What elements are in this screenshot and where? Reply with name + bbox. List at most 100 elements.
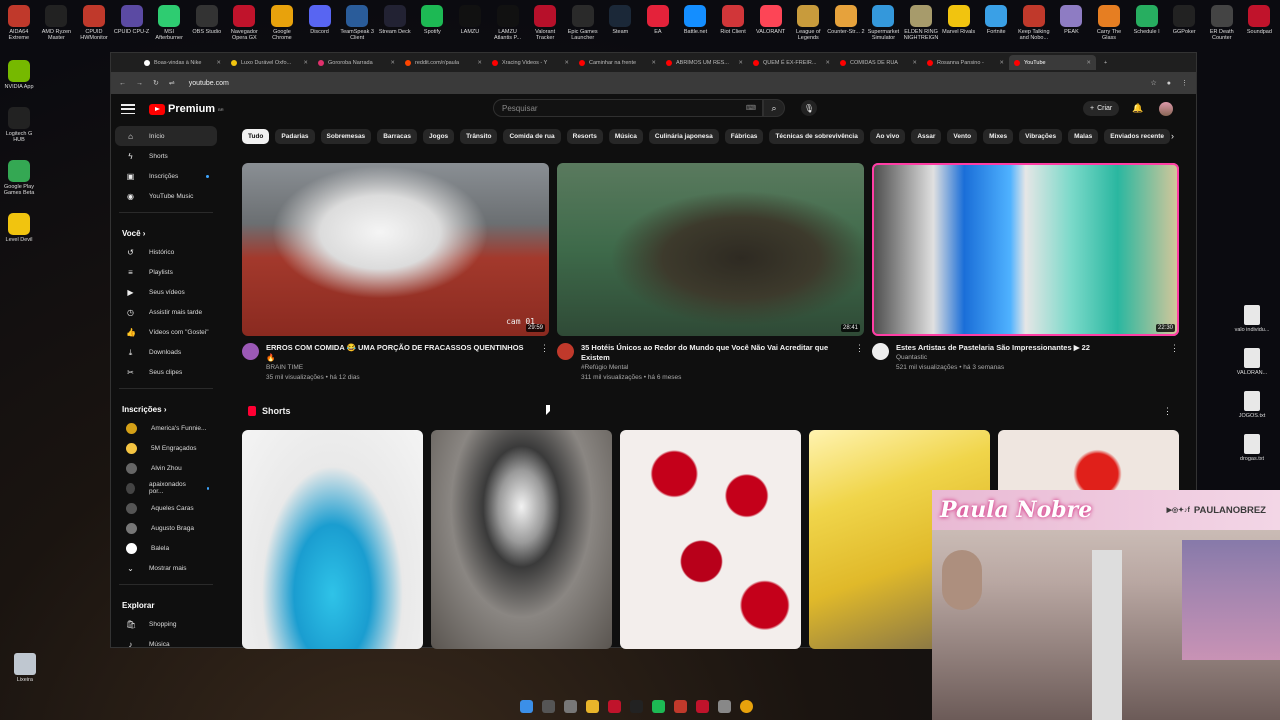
- browser-tab[interactable]: Gororoba Narrada ✕: [313, 55, 400, 70]
- sidebar-item[interactable]: Balela: [115, 538, 217, 558]
- filter-chip[interactable]: Vibrações: [1019, 129, 1063, 144]
- account-avatar[interactable]: [1159, 102, 1173, 116]
- sidebar-item[interactable]: 🛍 Shopping: [115, 614, 217, 634]
- sidebar-section-header[interactable]: Inscrições ›: [111, 395, 221, 418]
- filter-chip[interactable]: Técnicas de sobrevivência: [769, 129, 864, 144]
- sidebar-item[interactable]: ⌂ Início: [115, 126, 217, 146]
- close-icon[interactable]: ✕: [477, 60, 482, 66]
- video-title[interactable]: ERROS COM COMIDA 😂 UMA PORÇÃO DE FRACASS…: [266, 343, 533, 363]
- video-card[interactable]: 22:30 Estes Artistas de Pastelaria São I…: [872, 163, 1179, 383]
- sidebar-item[interactable]: ⤓ Downloads: [115, 342, 217, 362]
- filter-chip[interactable]: Jogos: [423, 129, 455, 144]
- video-thumbnail[interactable]: 22:30: [872, 163, 1179, 336]
- short-thumbnail[interactable]: [620, 430, 801, 649]
- desktop-shortcut[interactable]: Epic Games Launcher: [564, 0, 602, 50]
- sidebar-item[interactable]: ♪ Música: [115, 634, 217, 654]
- browser-tab[interactable]: Boas-vindas à Nike ✕: [139, 55, 226, 70]
- sidebar-item[interactable]: ↺ Histórico: [115, 242, 217, 262]
- url-field[interactable]: youtube.com: [185, 75, 1141, 91]
- desktop-shortcut[interactable]: Level Devil: [0, 208, 38, 243]
- desktop-shortcut[interactable]: CPUID HWMonitor: [75, 0, 113, 50]
- desktop-shortcut[interactable]: Valorant Tracker: [526, 0, 564, 50]
- channel-name[interactable]: BRAIN TIME: [266, 363, 533, 373]
- chrome-icon[interactable]: [740, 700, 753, 713]
- file-explorer-icon[interactable]: [586, 700, 599, 713]
- close-icon[interactable]: ✕: [564, 60, 569, 66]
- desktop-shortcut[interactable]: GGPoker: [1165, 0, 1203, 50]
- filter-chip[interactable]: Padarias: [275, 129, 315, 144]
- sidebar-item[interactable]: Alvin Zhou: [115, 458, 217, 478]
- desktop-shortcut[interactable]: VALORANT: [752, 0, 790, 50]
- desktop-shortcut[interactable]: Soundpad: [1241, 0, 1279, 50]
- search-input[interactable]: Pesquisar ⌨: [493, 99, 763, 117]
- sidebar-item[interactable]: 5M Engraçados: [115, 438, 217, 458]
- more-options-icon[interactable]: ⋮: [855, 343, 864, 383]
- desktop-shortcut[interactable]: Google Chrome: [263, 0, 301, 50]
- close-icon[interactable]: ✕: [825, 60, 830, 66]
- settings-icon[interactable]: [718, 700, 731, 713]
- sidebar-item[interactable]: ◷ Assistir mais tarde: [115, 302, 217, 322]
- task-view-icon[interactable]: [564, 700, 577, 713]
- desktop-shortcut[interactable]: Stream Deck: [376, 0, 414, 50]
- desktop-shortcut[interactable]: AMD Ryzen Master: [38, 0, 76, 50]
- browser-tab[interactable]: YouTube ✕: [1009, 55, 1096, 70]
- filter-chip[interactable]: Ao vivo: [869, 129, 906, 144]
- filter-chip[interactable]: Culinária japonesa: [648, 129, 719, 144]
- browser-tab[interactable]: Rosanna Pansino - ✕: [922, 55, 1009, 70]
- desktop-file[interactable]: VALORAN...: [1230, 343, 1274, 376]
- desktop-shortcut[interactable]: CPUID CPU-Z: [113, 0, 151, 50]
- short-thumbnail[interactable]: [242, 430, 423, 649]
- desktop-shortcut[interactable]: LAMZU Atlantis P...: [489, 0, 527, 50]
- sidebar-item[interactable]: ≡ Playlists: [115, 262, 217, 282]
- desktop-file[interactable]: drogas.txt: [1230, 429, 1274, 462]
- desktop-shortcut[interactable]: Logitech G HUB: [0, 102, 38, 143]
- video-thumbnail[interactable]: 28:41: [557, 163, 864, 336]
- desktop-shortcut[interactable]: Navegador Opera GX: [226, 0, 264, 50]
- short-thumbnail[interactable]: [431, 430, 612, 649]
- sidebar-item[interactable]: Aqueles Caras: [115, 498, 217, 518]
- sidebar-item[interactable]: America's Funnie...: [115, 418, 217, 438]
- search-button[interactable]: ⌕: [763, 99, 785, 117]
- sidebar-section-header[interactable]: Você ›: [111, 219, 221, 242]
- desktop-shortcut[interactable]: Schedule I: [1128, 0, 1166, 50]
- filter-chip[interactable]: Música: [608, 129, 643, 144]
- recycle-bin-icon[interactable]: Lixeira: [6, 648, 44, 683]
- video-title[interactable]: Estes Artistas de Pastelaria São Impress…: [896, 343, 1090, 353]
- sidebar-item[interactable]: ◉ YouTube Music: [115, 186, 217, 206]
- sidebar-item[interactable]: apaixonados por...: [115, 478, 217, 498]
- desktop-shortcut[interactable]: Fortnite: [977, 0, 1015, 50]
- browser-tab[interactable]: reddit.com/r/paula ✕: [400, 55, 487, 70]
- filter-chip[interactable]: Malas: [1068, 129, 1099, 144]
- new-tab-icon[interactable]: +: [1104, 60, 1107, 66]
- close-icon[interactable]: ✕: [390, 60, 395, 66]
- desktop-shortcut[interactable]: League of Legends: [789, 0, 827, 50]
- opera-gx-icon[interactable]: [608, 700, 621, 713]
- filter-chip[interactable]: Barracas: [377, 129, 418, 144]
- desktop-shortcut[interactable]: Marvel Rivals: [940, 0, 978, 50]
- close-icon[interactable]: ✕: [216, 60, 221, 66]
- more-options-icon[interactable]: ⋮: [540, 343, 549, 383]
- more-options-icon[interactable]: ⋮: [1170, 343, 1179, 373]
- desktop-shortcut[interactable]: LAMZU: [451, 0, 489, 50]
- browser-tab[interactable]: Luxo Durável Oxfo... ✕: [226, 55, 313, 70]
- channel-name[interactable]: #Refúgio Mental: [581, 363, 848, 373]
- desktop-shortcut[interactable]: Supermarket Simulator: [865, 0, 903, 50]
- keyboard-icon[interactable]: ⌨: [746, 104, 756, 112]
- desktop-file[interactable]: JOGOS.txt: [1230, 386, 1274, 419]
- app-icon[interactable]: [674, 700, 687, 713]
- video-thumbnail[interactable]: cam 01 29:59: [242, 163, 549, 336]
- close-icon[interactable]: ✕: [738, 60, 743, 66]
- desktop-shortcut[interactable]: Discord: [301, 0, 339, 50]
- voice-search-button[interactable]: 🎙: [801, 100, 817, 116]
- desktop-shortcut[interactable]: NVIDIA App: [0, 55, 38, 90]
- desktop-shortcut[interactable]: MSI Afterburner: [150, 0, 188, 50]
- app-icon[interactable]: [696, 700, 709, 713]
- channel-avatar[interactable]: [242, 343, 259, 360]
- spotify-icon[interactable]: [652, 700, 665, 713]
- youtube-premium-logo[interactable]: Premium BR: [149, 103, 224, 115]
- desktop-shortcut[interactable]: TeamSpeak 3 Client: [338, 0, 376, 50]
- filter-chip[interactable]: Assar: [911, 129, 942, 144]
- obs-icon[interactable]: [630, 700, 643, 713]
- reload-icon[interactable]: ↻: [153, 79, 159, 87]
- channel-avatar[interactable]: [872, 343, 889, 360]
